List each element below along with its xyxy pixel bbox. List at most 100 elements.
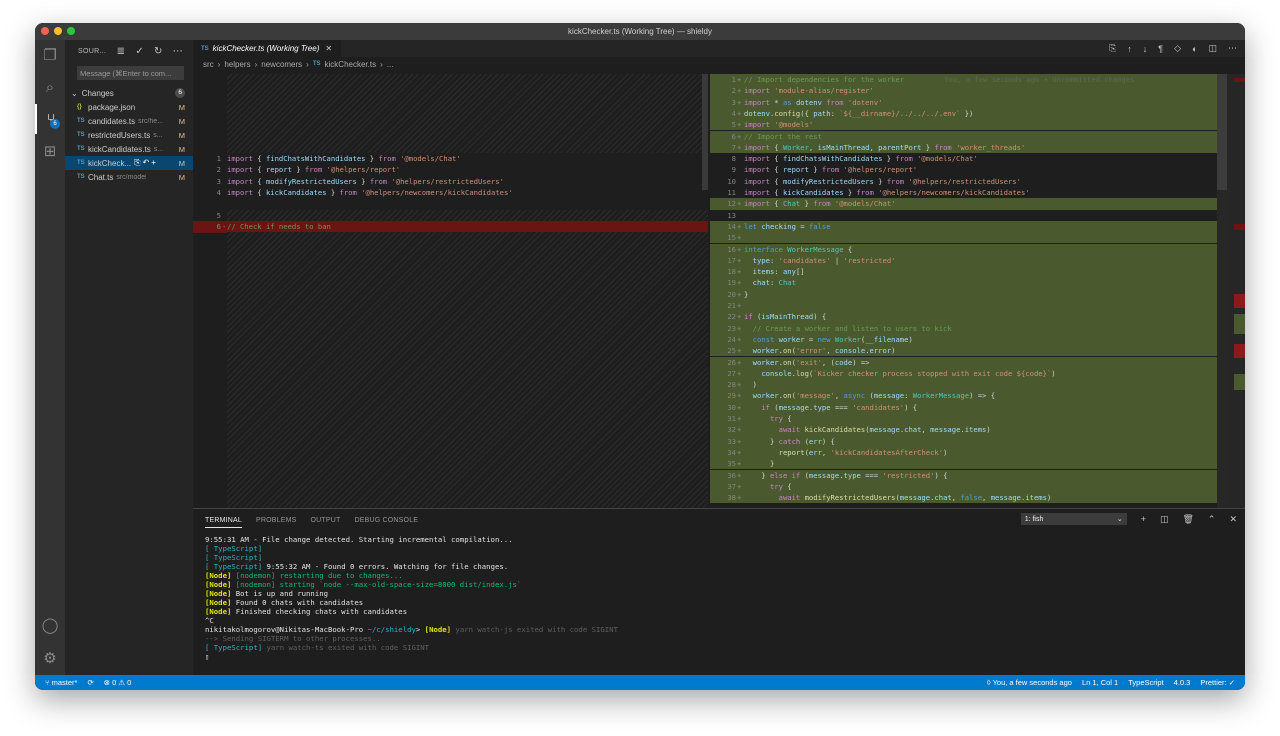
extensions-icon[interactable]: ⊞ bbox=[35, 136, 65, 166]
code-line[interactable]: 3 import { modifyRestrictedUsers } from '… bbox=[193, 176, 708, 187]
trash-icon[interactable]: 🗑 bbox=[1182, 514, 1193, 525]
code-line[interactable]: 10 import { modifyRestrictedUsers } from … bbox=[710, 176, 1217, 187]
minimize-window-button[interactable] bbox=[54, 27, 62, 35]
diff-modified-pane[interactable]: 1 +// Import dependencies for the worker Y… bbox=[710, 74, 1245, 508]
code-line[interactable]: 16 + interface WorkerMessage { bbox=[710, 243, 1217, 255]
terminal-select[interactable]: 1: fish ⌄ bbox=[1020, 513, 1127, 525]
inline-view-icon[interactable]: ◇ bbox=[1174, 43, 1181, 54]
source-control-icon[interactable]: ⑂ 6 bbox=[35, 104, 65, 134]
changed-file-item[interactable]: TS kickCheck... ⎘↶+ M bbox=[65, 156, 193, 170]
code-line[interactable]: 26 + worker.on('exit', (code) => bbox=[710, 356, 1217, 368]
code-line[interactable]: 21 + bbox=[710, 300, 1217, 312]
explorer-icon[interactable]: ❐ bbox=[35, 40, 65, 70]
language-mode[interactable]: TypeScript bbox=[1128, 678, 1163, 687]
changes-section-header[interactable]: ⌄ Changes 6 bbox=[65, 86, 193, 100]
changed-file-item[interactable]: TSChat.tssrc/models M bbox=[65, 170, 193, 184]
breadcrumb-item[interactable]: helpers bbox=[224, 60, 250, 69]
cursor-position[interactable]: Ln 1, Col 1 bbox=[1082, 678, 1118, 687]
code-line[interactable]: 6-// Check if needs to ban bbox=[193, 221, 708, 233]
tab-output[interactable]: OUTPUT bbox=[311, 517, 341, 524]
maximize-window-button[interactable] bbox=[67, 27, 75, 35]
scrollbar[interactable] bbox=[702, 74, 708, 190]
code-line[interactable]: 1 import { findChatsWithCandidates } from… bbox=[193, 153, 708, 164]
commit-check-icon[interactable]: ✓ bbox=[135, 46, 144, 57]
breadcrumb-item[interactable]: src bbox=[203, 60, 214, 69]
code-line[interactable]: 17 + type: 'candidates' | 'restricted' bbox=[710, 254, 1217, 267]
next-change-icon[interactable]: ↓ bbox=[1143, 44, 1148, 54]
tab-problems[interactable]: PROBLEMS bbox=[256, 517, 297, 524]
changed-file-item[interactable]: TS candidates.ts src/he... M bbox=[65, 114, 193, 128]
maximize-panel-icon[interactable]: ⌃ bbox=[1208, 514, 1216, 525]
tab-terminal[interactable]: TERMINAL bbox=[205, 517, 242, 528]
code-line[interactable]: 22 + if (isMainThread) { bbox=[710, 311, 1217, 323]
split-editor-icon[interactable]: ◫ bbox=[1208, 43, 1217, 54]
code-line[interactable]: 29 + worker.on('message', async (message:… bbox=[710, 390, 1217, 402]
code-line[interactable]: 11 import { kickCandidates } from '@helpe… bbox=[710, 187, 1217, 198]
code-line[interactable]: 36 + } else if (message.type === 'restric… bbox=[710, 469, 1217, 481]
breadcrumb-item[interactable]: kickChecker.ts bbox=[325, 60, 377, 69]
split-terminal-icon[interactable]: ◫ bbox=[1160, 514, 1169, 525]
sync-icon[interactable]: ⟳ bbox=[87, 678, 93, 687]
account-icon[interactable]: ◯ bbox=[35, 610, 65, 640]
commit-message-input[interactable] bbox=[77, 66, 184, 80]
close-tab-icon[interactable]: ✕ bbox=[325, 44, 332, 53]
code-line[interactable]: 20 +} bbox=[710, 288, 1217, 300]
code-line[interactable]: 4 import { kickCandidates } from '@helper… bbox=[193, 187, 708, 198]
code-line[interactable]: 19 + chat: Chat bbox=[710, 277, 1217, 289]
code-line[interactable]: 32 + await kickCandidates(message.chat, m… bbox=[710, 424, 1217, 436]
code-line[interactable]: 4 + dotenv.config({ path: `${__dirname}/..… bbox=[710, 107, 1217, 120]
code-line[interactable]: 7 + import { Worker, isMainThread, parentP… bbox=[710, 141, 1217, 154]
code-line[interactable]: 27 + console.log(`Kicker checker process … bbox=[710, 367, 1217, 380]
close-window-button[interactable] bbox=[41, 27, 49, 35]
code-line[interactable]: 23 + // Create a worker and listen to use… bbox=[710, 322, 1217, 334]
typescript-version[interactable]: 4.0.3 bbox=[1174, 678, 1191, 687]
code-line[interactable]: 15 + bbox=[710, 232, 1217, 244]
previous-change-icon[interactable]: ↑ bbox=[1127, 44, 1132, 54]
blame-status[interactable]: ◊ You, a few seconds ago bbox=[987, 678, 1072, 687]
code-line[interactable]: 28 + ) bbox=[710, 379, 1217, 391]
tab-kickchecker[interactable]: TS kickChecker.ts (Working Tree) ✕ bbox=[193, 40, 341, 57]
breadcrumb-item[interactable]: newcomers bbox=[261, 60, 302, 69]
code-line[interactable]: 38 + await modifyRestrictedUsers(message.… bbox=[710, 492, 1217, 504]
breadcrumb-item[interactable]: ... bbox=[387, 60, 394, 69]
file-actions[interactable]: ⎘↶+ bbox=[134, 158, 158, 168]
code-line[interactable]: 3 + import * as dotenv from 'dotenv' bbox=[710, 96, 1217, 108]
code-line[interactable]: 8 import { findChatsWithCandidates } from… bbox=[710, 153, 1217, 164]
code-line[interactable]: 37 + try { bbox=[710, 480, 1217, 493]
code-line[interactable]: 14 + let checking = false bbox=[710, 220, 1217, 233]
code-line[interactable]: 25 + worker.on('error', console.error) bbox=[710, 345, 1217, 357]
code-line[interactable]: 35 + } bbox=[710, 458, 1217, 470]
refresh-icon[interactable]: ↻ bbox=[154, 46, 163, 57]
code-line[interactable]: 24 + const worker = new Worker(__filename… bbox=[710, 333, 1217, 346]
changed-file-item[interactable]: {} package.json M bbox=[65, 100, 193, 114]
code-line[interactable]: 6 +// Import the rest bbox=[710, 130, 1217, 142]
more-actions-icon[interactable]: ⋯ bbox=[1228, 43, 1237, 54]
changed-file-item[interactable]: TS kickCandidates.ts s... M bbox=[65, 142, 193, 156]
code-line[interactable]: 18 + items: any[] bbox=[710, 266, 1217, 278]
code-line[interactable]: 2 + import 'module-alias/register' bbox=[710, 85, 1217, 97]
terminal-output[interactable]: 9:55:31 AM - File change detected. Start… bbox=[205, 535, 1235, 661]
diff-original-pane[interactable]: 1 import { findChatsWithCandidates } from… bbox=[193, 74, 708, 508]
problems-indicator[interactable]: ⊗ 0 ⚠ 0 bbox=[104, 678, 132, 687]
code-line[interactable]: 30 + if (message.type === 'candidates') { bbox=[710, 401, 1217, 413]
minimap[interactable] bbox=[1217, 74, 1245, 508]
code-line[interactable]: 5 + import '@models' bbox=[710, 119, 1217, 131]
open-file-icon[interactable]: ⎘ bbox=[1109, 43, 1116, 54]
whitespace-icon[interactable]: ¶ bbox=[1158, 44, 1163, 54]
toggle-blame-icon[interactable]: ◐ bbox=[1192, 44, 1197, 54]
branch-indicator[interactable]: ⑂ master* bbox=[45, 678, 77, 687]
code-line[interactable]: 9 import { report } from '@helpers/report… bbox=[710, 164, 1217, 175]
gear-icon[interactable]: ⚙ bbox=[35, 643, 65, 673]
code-line[interactable]: 34 + report(err, 'kickCandidatesAfterChec… bbox=[710, 446, 1217, 459]
search-icon[interactable]: ⌕ bbox=[35, 72, 65, 102]
code-line[interactable]: 33 + } catch (err) { bbox=[710, 435, 1217, 447]
code-line[interactable]: 31 + try { bbox=[710, 413, 1217, 425]
close-panel-icon[interactable]: ✕ bbox=[1229, 514, 1237, 525]
view-as-list-icon[interactable]: ≣ bbox=[117, 46, 126, 57]
code-line[interactable]: 12 + import { Chat } from '@models/Chat' bbox=[710, 198, 1217, 210]
changed-file-item[interactable]: TS restrictedUsers.ts s... M bbox=[65, 128, 193, 142]
code-line[interactable]: 1 +// Import dependencies for the worker Y… bbox=[710, 74, 1217, 86]
code-line[interactable]: 13 bbox=[710, 210, 1217, 221]
new-terminal-icon[interactable]: + bbox=[1141, 514, 1146, 524]
tab-debug-console[interactable]: DEBUG CONSOLE bbox=[354, 517, 418, 524]
